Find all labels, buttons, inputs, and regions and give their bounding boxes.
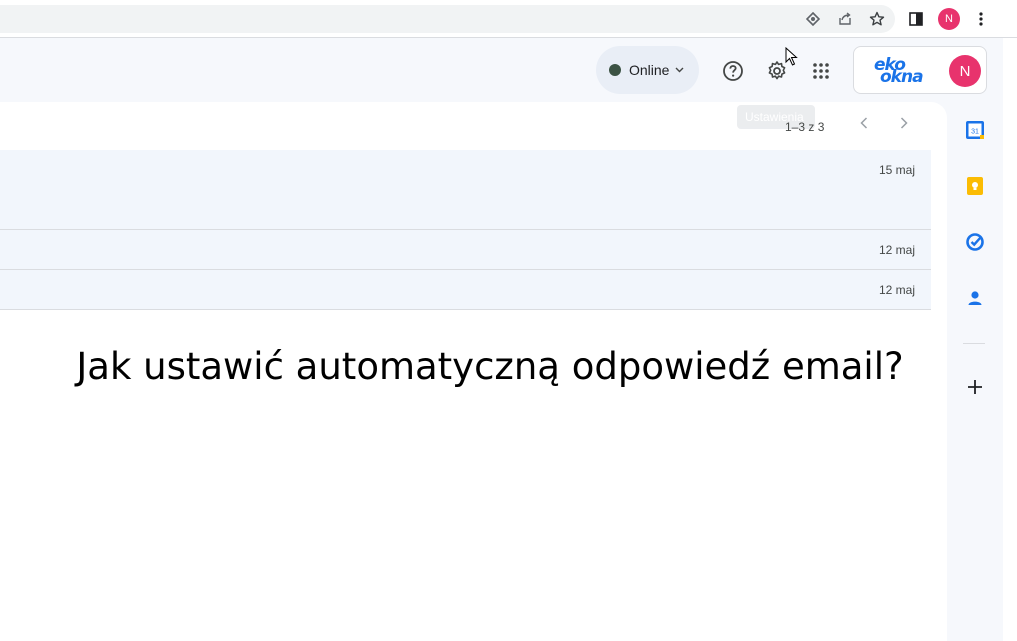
window-edge <box>1003 38 1017 641</box>
status-label: Online <box>629 62 670 78</box>
account-avatar[interactable]: N <box>949 55 981 87</box>
calendar-icon[interactable]: 31 <box>963 118 987 142</box>
chevron-down-icon <box>675 65 684 76</box>
video-caption: Jak ustawić automatyczną odpowiedź email… <box>76 345 904 388</box>
mail-date: 12 maj <box>878 283 915 297</box>
apps-grid-icon[interactable] <box>808 58 834 84</box>
keep-icon[interactable] <box>963 174 987 198</box>
next-page-icon[interactable] <box>900 116 908 134</box>
mail-row[interactable]: 12 maj <box>0 270 931 310</box>
svg-text:31: 31 <box>971 129 979 136</box>
mail-date: 15 maj <box>878 163 915 177</box>
help-icon[interactable] <box>720 58 746 84</box>
gmail-header: Online eko okna N <box>0 39 1017 102</box>
side-apps-panel: 31 <box>947 102 1003 641</box>
browser-profile-avatar[interactable]: N <box>938 8 960 30</box>
prev-page-icon[interactable] <box>860 116 868 134</box>
mouse-cursor-icon <box>785 46 799 72</box>
browser-toolbar: N <box>0 0 1017 38</box>
share-icon[interactable] <box>834 8 856 30</box>
side-divider <box>963 343 985 344</box>
address-bar[interactable] <box>0 5 895 33</box>
status-dot <box>609 64 621 76</box>
lens-icon[interactable] <box>802 8 824 30</box>
screen: N Online eko okna N Ustawienia 1–3 z 3 1… <box>0 0 1017 641</box>
contacts-icon[interactable] <box>963 286 987 310</box>
status-selector[interactable]: Online <box>596 46 699 94</box>
company-logo: eko okna <box>874 55 924 87</box>
side-panel-icon[interactable] <box>905 8 927 30</box>
mail-row[interactable]: 15 maj <box>0 150 931 230</box>
browser-menu-icon[interactable] <box>970 8 992 30</box>
add-icon[interactable] <box>963 375 987 399</box>
bookmark-star-icon[interactable] <box>866 8 888 30</box>
tasks-icon[interactable] <box>963 230 987 254</box>
account-switcher[interactable]: eko okna N <box>853 46 987 94</box>
pagination-info: 1–3 z 3 <box>785 120 825 134</box>
mail-date: 12 maj <box>878 243 915 257</box>
mail-row[interactable]: 12 maj <box>0 230 931 270</box>
